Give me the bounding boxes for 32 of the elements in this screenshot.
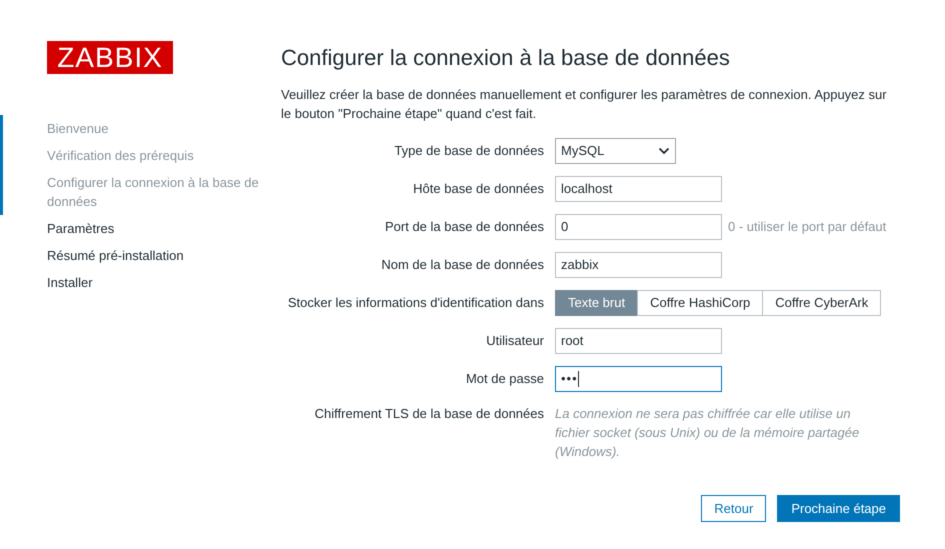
storage-option[interactable]: Coffre HashiCorp [637, 290, 764, 316]
field-label: Chiffrement TLS de la base de données [314, 405, 544, 423]
step-item: Configurer la connexion à la base de données [47, 174, 260, 211]
step-item: Paramètres [47, 220, 116, 238]
tls-note: La connexion ne sera pas chiffrée car elle utilise un fichier socket (sous Unix) ou de la mémoire partagée (Windows). [555, 405, 860, 461]
step-item: Résumé pré-installation [47, 247, 185, 265]
step-item: Bienvenue [47, 120, 110, 138]
step-item: Vérification des prérequis [47, 147, 195, 165]
field-label: Stocker les informations d'identification dans [286, 294, 544, 312]
field-hint: 0 - utiliser le port par défaut [728, 218, 886, 236]
input-field[interactable]: root [555, 328, 722, 354]
page-title: Configurer la connexion à la base de données [281, 44, 731, 72]
chevron-down-icon [658, 147, 670, 155]
storage-option[interactable]: Coffre CyberArk [762, 290, 882, 316]
next-step-button[interactable]: Prochaine étape [777, 495, 900, 522]
step-item: Installer [47, 274, 94, 292]
field-label: Nom de la base de données [380, 256, 544, 274]
field-label: Mot de passe [464, 370, 544, 388]
input-field[interactable]: 0 [555, 214, 722, 240]
field-label: Port de la base de données [384, 218, 544, 236]
input-field[interactable]: localhost [555, 176, 722, 202]
storage-option[interactable]: Texte brut [555, 290, 638, 316]
back-button[interactable]: Retour [701, 495, 766, 522]
input-field[interactable]: zabbix [555, 252, 722, 278]
field-label: Utilisateur [485, 332, 544, 350]
field-label: Hôte base de données [412, 180, 544, 198]
database-type-select[interactable]: MySQL [555, 138, 676, 164]
intro-text: Veuillez créer la base de données manuellement et configurer les paramètres de connexion. Appuyez sur le bouton "Prochaine étape" quand c'est fait. [281, 86, 888, 123]
field-label: Type de base de données [393, 142, 544, 160]
zabbix-logo: ZABBIX [47, 41, 173, 74]
input-field[interactable]: ••• [555, 366, 722, 392]
text-cursor [578, 371, 579, 387]
